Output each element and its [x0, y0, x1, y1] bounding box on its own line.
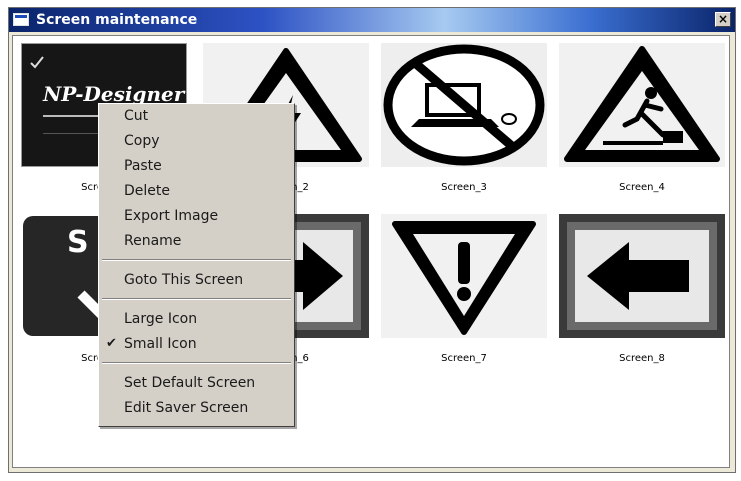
screen-caption: Screen_8: [619, 353, 665, 364]
close-button[interactable]: ×: [715, 12, 731, 27]
menu-item-copy[interactable]: Copy: [99, 130, 294, 152]
screen-tile[interactable]: Screen_8: [559, 214, 725, 364]
menu-item-edit-saver-screen[interactable]: Edit Saver Screen: [99, 397, 294, 419]
sign-letter: S: [67, 225, 89, 260]
screen-caption: Screen_4: [619, 182, 665, 193]
title-bar[interactable]: Screen maintenance ×: [9, 8, 735, 32]
menu-item-rename[interactable]: Rename: [99, 230, 294, 252]
window-icon: [13, 13, 29, 26]
menu-item-paste[interactable]: Paste: [99, 155, 294, 177]
menu-item-cut[interactable]: Cut: [99, 105, 294, 127]
menu-item-large-icon[interactable]: Large Icon: [99, 308, 294, 330]
screen-caption: Screen_3: [441, 182, 487, 193]
menu-separator: [102, 259, 291, 261]
screen-thumbnail-exclamation-warning[interactable]: [381, 214, 547, 338]
screen-thumbnail-trip-hazard[interactable]: [559, 43, 725, 167]
menu-item-set-default-screen[interactable]: Set Default Screen: [99, 372, 294, 394]
menu-separator: [102, 298, 291, 300]
screen-tile[interactable]: Screen_3: [381, 43, 547, 193]
menu-item-small-icon[interactable]: ✔ Small Icon: [99, 333, 294, 355]
menu-item-export-image[interactable]: Export Image: [99, 205, 294, 227]
context-menu: Cut Copy Paste Delete Export Image Renam…: [98, 103, 295, 427]
menu-item-goto-this-screen[interactable]: Goto This Screen: [99, 269, 294, 291]
screen-tile[interactable]: Screen_4: [559, 43, 725, 193]
screen-thumbnail-no-laptop[interactable]: [381, 43, 547, 167]
menu-separator: [102, 362, 291, 364]
screen-tile[interactable]: Screen_7: [381, 214, 547, 364]
window-title: Screen maintenance: [36, 12, 198, 28]
checkmark-icon: ✔: [106, 336, 117, 351]
menu-item-delete[interactable]: Delete: [99, 180, 294, 202]
screen-thumbnail-arrow-left[interactable]: [559, 214, 725, 338]
screen-caption: Screen_7: [441, 353, 487, 364]
